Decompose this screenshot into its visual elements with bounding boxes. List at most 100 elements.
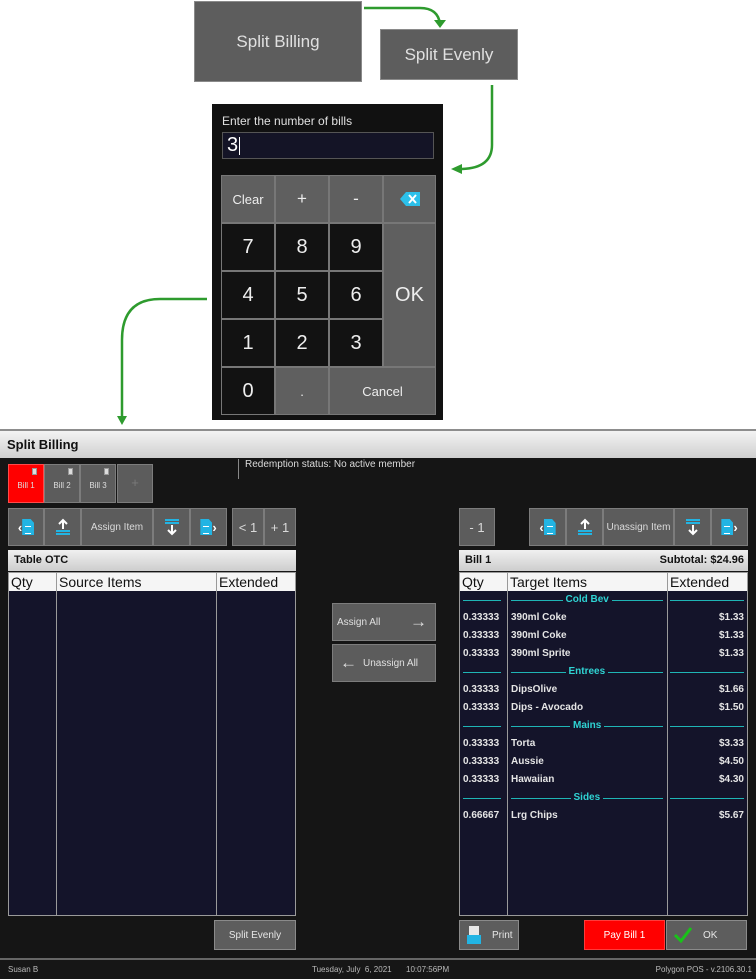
key-0[interactable]: 0 (221, 367, 275, 415)
arrow-down-icon (685, 519, 700, 536)
separator-line (463, 672, 501, 673)
item-extended: $5.67 (718, 810, 744, 821)
source-panel-header: Table OTC (8, 550, 296, 571)
key-7[interactable]: 7 (221, 223, 275, 271)
key-3[interactable]: 3 (329, 319, 383, 367)
split-billing-window: Split Billing Bill 1 Bill 2 Bill 3 + Red… (0, 429, 756, 979)
arrow-up-icon (55, 518, 70, 535)
clear-key[interactable]: Clear (221, 175, 275, 223)
previous-bill-button-right[interactable]: ‹ (529, 508, 566, 546)
key-6[interactable]: 6 (329, 271, 383, 319)
key-8[interactable]: 8 (275, 223, 329, 271)
item-qty: 0.33333 (463, 630, 500, 641)
separator-line (670, 600, 744, 601)
key-2[interactable]: 2 (275, 319, 329, 367)
table-row[interactable]: 0.33333 390ml Coke $1.33 (460, 627, 747, 645)
column-target-items: Target Items (508, 573, 668, 591)
add-bill-button[interactable]: + (117, 464, 153, 503)
bill-tab-label: Bill 2 (53, 481, 71, 490)
category-label: Entrees (565, 666, 609, 677)
ok-label: OK (703, 929, 718, 941)
table-row[interactable]: 0.33333 Torta $3.33 (460, 735, 747, 753)
column-qty: Qty (9, 573, 57, 591)
separator-line (463, 798, 501, 799)
table-row[interactable]: 0.33333 390ml Coke $1.33 (460, 609, 747, 627)
checkmark-icon (673, 927, 693, 944)
current-date: Tuesday, July 6, 2021 (312, 965, 392, 974)
item-extended: $1.33 (718, 648, 744, 659)
ok-key[interactable]: OK (383, 223, 436, 367)
move-down-button[interactable] (153, 508, 190, 546)
window-title: Split Billing (0, 431, 756, 458)
table-row[interactable]: 0.33333 Dips - Avocado $1.50 (460, 699, 747, 717)
item-extended: $4.50 (718, 756, 744, 767)
category-separator: Entrees (460, 666, 747, 678)
item-qty: 0.33333 (463, 774, 500, 785)
unassign-item-button[interactable]: Unassign Item (603, 508, 674, 546)
assign-item-button[interactable]: Assign Item (81, 508, 153, 546)
source-items-table[interactable]: Qty Source Items Extended (8, 572, 296, 916)
unassign-all-button[interactable]: ← Unassign All (332, 644, 436, 682)
move-down-button-right[interactable] (674, 508, 711, 546)
category-label: Sides (570, 792, 604, 803)
column-extended: Extended (219, 574, 279, 590)
plus-key[interactable]: + (275, 175, 329, 223)
ok-button[interactable]: OK (666, 920, 747, 950)
bill-tab-3[interactable]: Bill 3 (80, 464, 116, 503)
source-panel-title: Table OTC (14, 554, 69, 566)
plus-one-button[interactable]: + 1 (264, 508, 296, 546)
separator-line (463, 600, 501, 601)
minus-one-button[interactable]: - 1 (459, 508, 495, 546)
arrow-to-numpad (461, 85, 494, 171)
item-name: 390ml Coke (511, 612, 567, 623)
item-name: Aussie (511, 756, 544, 767)
key-5[interactable]: 5 (275, 271, 329, 319)
next-bill-button[interactable]: › (190, 508, 227, 546)
table-row[interactable]: 0.33333 Aussie $4.50 (460, 753, 747, 771)
table-row[interactable]: 0.33333 390ml Sprite $1.33 (460, 645, 747, 663)
decimal-key[interactable]: . (275, 367, 329, 415)
document-icon (543, 519, 556, 535)
receipt-icon (104, 468, 109, 475)
table-row[interactable]: 0.33333 Hawaiian $4.30 (460, 771, 747, 789)
category-separator: Sides (460, 792, 747, 804)
target-items-table[interactable]: Qty Target Items Extended Cold Bev 0.3333… (459, 572, 748, 916)
status-bar: Susan B Tuesday, July 6, 2021 10:07:56PM… (0, 958, 756, 979)
app-version: Polygon POS - v.2106.30.1 (655, 965, 752, 974)
category-separator: Cold Bev (460, 594, 747, 606)
chevron-right-icon: › (733, 519, 738, 535)
move-up-button-right[interactable] (566, 508, 603, 546)
arrow-up-icon (577, 518, 592, 535)
receipt-icon (32, 468, 37, 475)
item-qty: 0.33333 (463, 612, 500, 623)
item-name: 390ml Sprite (511, 648, 571, 659)
assign-all-button[interactable]: Assign All → (332, 603, 436, 641)
next-bill-button-right[interactable]: › (711, 508, 748, 546)
target-panel-header: Bill 1 Subtotal: $24.96 (459, 550, 748, 571)
key-1[interactable]: 1 (221, 319, 275, 367)
pay-bill-button[interactable]: Pay Bill 1 (584, 920, 665, 950)
minus-key[interactable]: - (329, 175, 383, 223)
less-one-button[interactable]: < 1 (232, 508, 264, 546)
bill-tab-1[interactable]: Bill 1 (8, 464, 44, 503)
numpad-prompt: Enter the number of bills (222, 114, 353, 128)
print-button[interactable]: Print (459, 920, 519, 950)
key-9[interactable]: 9 (329, 223, 383, 271)
split-evenly-button-bottom[interactable]: Split Evenly (214, 920, 296, 950)
cancel-key[interactable]: Cancel (329, 367, 436, 415)
backspace-icon (399, 192, 420, 206)
separator-line (670, 672, 744, 673)
current-user: Susan B (8, 965, 39, 974)
previous-bill-button[interactable]: ‹ (8, 508, 44, 546)
item-extended: $4.30 (718, 774, 744, 785)
bill-tab-2[interactable]: Bill 2 (44, 464, 80, 503)
key-4[interactable]: 4 (221, 271, 275, 319)
table-row[interactable]: 0.66667 Lrg Chips $5.67 (460, 807, 747, 825)
table-row[interactable]: 0.33333 DipsOlive $1.66 (460, 681, 747, 699)
bill-count-input[interactable]: 3 (222, 132, 434, 159)
backspace-key[interactable] (383, 175, 436, 223)
move-up-button[interactable] (44, 508, 81, 546)
item-extended: $3.33 (718, 738, 744, 749)
assign-all-label: Assign All (337, 617, 381, 628)
separator-line (670, 798, 744, 799)
